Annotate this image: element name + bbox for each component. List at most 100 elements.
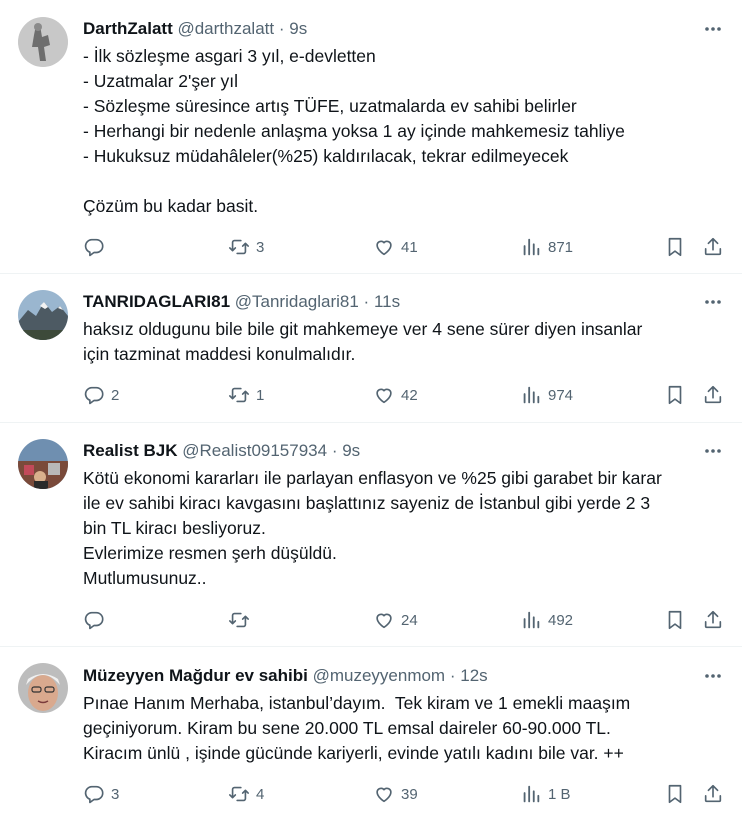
views-button[interactable]: 871 (520, 233, 573, 261)
like-count: 24 (401, 611, 418, 629)
reply-icon (84, 785, 104, 804)
share-button[interactable] (702, 780, 724, 808)
share-button[interactable] (702, 381, 724, 409)
retweet-button[interactable]: 3 (228, 233, 264, 261)
tweet-darthzalatt[interactable]: DarthZalatt @darthzalatt · 9s - İlk sözl… (0, 0, 742, 274)
bookmark-icon (668, 385, 682, 405)
tweet-text-line: Evlerimize resmen şerh düşüldü. (83, 543, 337, 563)
tweet-text-line: Kiracım ünlü , işinde gücünde kariyerli,… (83, 743, 624, 763)
bookmark-icon (668, 784, 682, 804)
like-icon (376, 240, 392, 256)
separator-dot: · (278, 19, 285, 38)
share-icon (704, 385, 722, 404)
tweet-text-line: ile ev sahibi kiracı kavgasını başlattın… (83, 493, 651, 513)
more-icon[interactable] (702, 440, 724, 462)
retweet-count: 3 (256, 238, 265, 256)
reply-icon (84, 386, 104, 405)
avatar[interactable] (18, 290, 68, 340)
bookmark-button[interactable] (664, 780, 686, 808)
tweet-text-line: Pınae Hanım Merhaba, istanbul’dayım. Tek… (83, 693, 631, 713)
tweet-text-line: - Uzatmalar 2'şer yıl (83, 71, 239, 91)
tweet-tanridaglari81[interactable]: TANRIDAGLARI81 @Tanridaglari81 · 11s hak… (0, 274, 742, 423)
more-icon[interactable] (702, 291, 724, 313)
tweet-header: TANRIDAGLARI81 @Tanridaglari81 · 11s (83, 291, 684, 313)
tweet-text-line: - Sözleşme süresince artış TÜFE, uzatmal… (83, 96, 577, 116)
retweet-button[interactable]: 4 (228, 780, 264, 808)
views-icon (523, 386, 540, 404)
user-handle[interactable]: @Tanridaglari81 (235, 292, 359, 311)
bookmark-button[interactable] (664, 233, 686, 261)
avatar[interactable] (18, 17, 68, 67)
share-button[interactable] (702, 233, 724, 261)
retweet-icon (229, 239, 249, 255)
reply-icon (84, 238, 104, 257)
timestamp[interactable]: 9s (342, 441, 360, 460)
retweet-icon (229, 786, 249, 802)
views-button[interactable]: 1 B (520, 780, 571, 808)
reply-button[interactable] (83, 606, 111, 634)
user-handle[interactable]: @darthzalatt (177, 19, 274, 38)
display-name[interactable]: TANRIDAGLARI81 (83, 292, 230, 311)
retweet-icon (229, 612, 249, 628)
bookmark-button[interactable] (664, 606, 686, 634)
user-handle[interactable]: @muzeyyenmom (313, 666, 446, 685)
views-count: 871 (548, 238, 574, 256)
views-count: 492 (548, 611, 574, 629)
user-handle[interactable]: @Realist09157934 (182, 441, 327, 460)
retweet-icon (229, 387, 249, 403)
reply-count: 3 (111, 785, 120, 803)
tweet-text-line: Kötü ekonomi kararları ile parlayan enfl… (83, 468, 662, 488)
tweet-header: Realist BJK @Realist09157934 · 9s (83, 440, 684, 462)
separator-dot: · (449, 666, 456, 685)
action-bar: 3 4 39 1 B (0, 780, 742, 808)
like-button[interactable]: 39 (373, 780, 418, 808)
like-count: 41 (401, 238, 418, 256)
reply-button[interactable]: 2 (83, 381, 119, 409)
like-count: 42 (401, 386, 418, 404)
action-bar: 3 41 871 (0, 233, 742, 261)
tweet-header: DarthZalatt @darthzalatt · 9s (83, 18, 684, 40)
retweet-count: 1 (256, 386, 265, 404)
display-name[interactable]: DarthZalatt (83, 19, 173, 38)
tweet-text-line: - Hukuksuz müdahâleler(%25) kaldırılacak… (83, 146, 569, 166)
share-button[interactable] (702, 606, 724, 634)
separator-dot: · (331, 441, 338, 460)
bookmark-button[interactable] (664, 381, 686, 409)
avatar[interactable] (18, 663, 68, 713)
share-icon (704, 237, 722, 256)
tweet-text: haksız oldugunu bile bile git mahkemeye … (83, 317, 712, 367)
timestamp[interactable]: 9s (289, 19, 307, 38)
separator-dot: · (363, 292, 370, 311)
reply-button[interactable]: 3 (83, 780, 119, 808)
more-icon[interactable] (702, 18, 724, 40)
display-name[interactable]: Realist BJK (83, 441, 177, 460)
like-button[interactable]: 24 (373, 606, 418, 634)
views-count: 1 B (548, 785, 571, 803)
retweet-button[interactable]: 1 (228, 381, 264, 409)
views-button[interactable]: 974 (520, 381, 573, 409)
tweet-text: Pınae Hanım Merhaba, istanbul’dayım. Tek… (83, 691, 712, 766)
views-button[interactable]: 492 (520, 606, 573, 634)
like-count: 39 (401, 785, 418, 803)
timestamp[interactable]: 12s (460, 666, 487, 685)
tweet-realist-bjk[interactable]: Realist BJK @Realist09157934 · 9s Kötü e… (0, 423, 742, 647)
reply-icon (84, 611, 104, 630)
reply-button[interactable] (83, 233, 111, 261)
tweet-text-line: için tazminat maddesi konulmalıdır. (83, 344, 356, 364)
like-icon (376, 787, 392, 803)
reply-count: 2 (111, 386, 120, 404)
like-icon (376, 388, 392, 404)
tweet-muzeyyenmom[interactable]: Müzeyyen Mağdur ev sahibi @muzeyyenmom ·… (0, 647, 742, 820)
tweet-text-line: geçiniyorum. Kiram bu sene 20.000 TL ems… (83, 718, 611, 738)
timestamp[interactable]: 11s (374, 292, 400, 311)
like-button[interactable]: 42 (373, 381, 418, 409)
like-button[interactable]: 41 (373, 233, 418, 261)
avatar[interactable] (18, 439, 68, 489)
retweet-button[interactable] (228, 606, 256, 634)
display-name[interactable]: Müzeyyen Mağdur ev sahibi (83, 666, 308, 685)
tweet-text-line: - Herhangi bir nedenle anlaşma yoksa 1 a… (83, 121, 625, 141)
tweet-text-line: - İlk sözleşme asgari 3 yıl, e-devletten (83, 46, 376, 66)
tweet-text-line: bin TL kiracı besliyoruz. (83, 518, 266, 538)
share-icon (704, 610, 722, 629)
more-icon[interactable] (702, 665, 724, 687)
